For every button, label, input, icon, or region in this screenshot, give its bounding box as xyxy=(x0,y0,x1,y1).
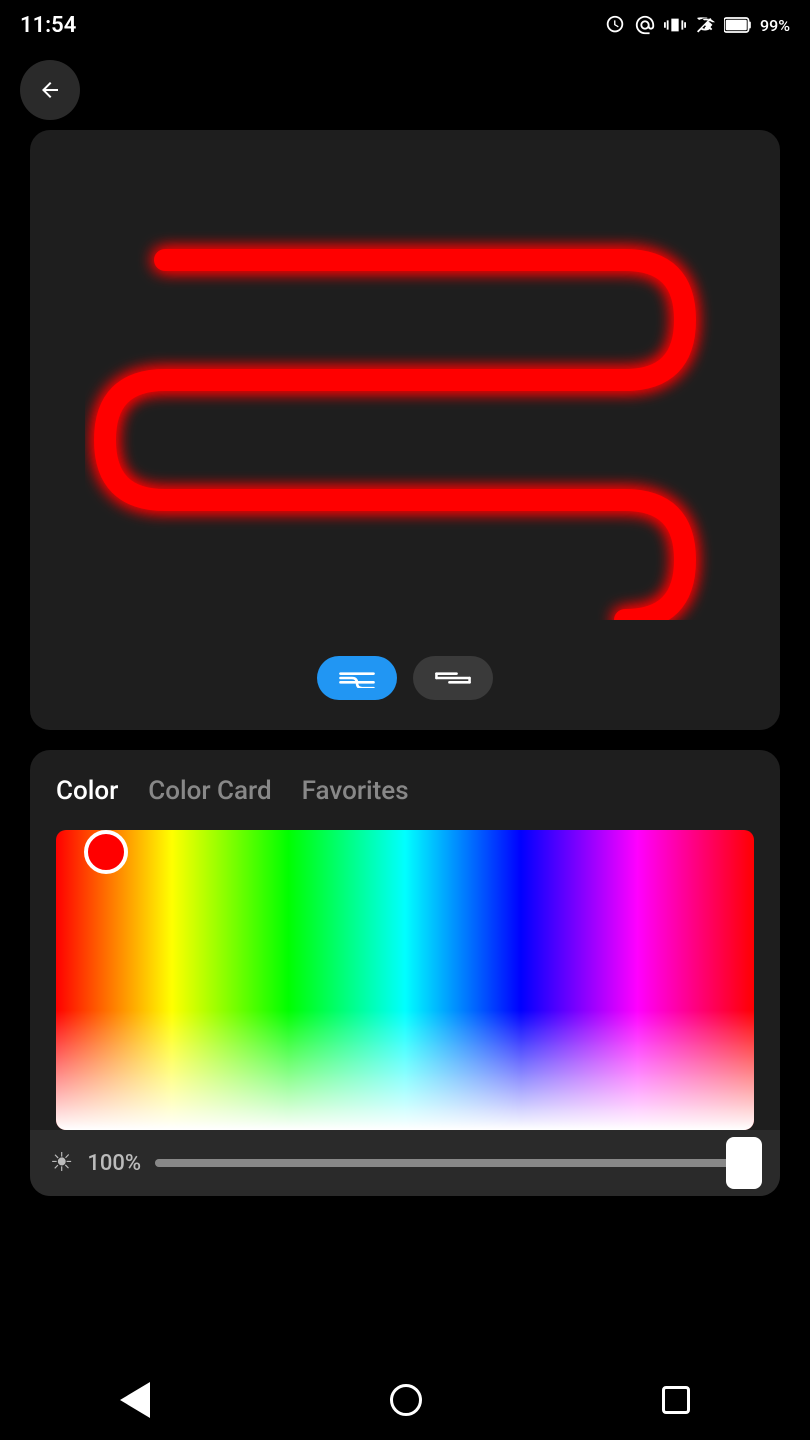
alarm-icon xyxy=(604,14,626,36)
sun-icon: ☀ xyxy=(50,1148,73,1178)
preview-card xyxy=(30,130,780,730)
back-nav-button[interactable] xyxy=(120,1382,150,1418)
status-icons: 99% xyxy=(604,14,790,36)
saturation-gradient xyxy=(56,830,754,1130)
home-nav-button[interactable] xyxy=(390,1384,422,1416)
battery-percentage: 99% xyxy=(760,16,790,35)
status-time: 11:54 xyxy=(20,13,76,38)
tab-colorcard[interactable]: Color Card xyxy=(148,776,271,810)
brightness-fill xyxy=(155,1159,760,1167)
style-button-1[interactable] xyxy=(317,656,397,700)
back-button[interactable] xyxy=(20,60,80,120)
wifi-off-icon xyxy=(694,14,716,36)
recents-nav-button[interactable] xyxy=(662,1386,690,1414)
status-bar: 11:54 99% xyxy=(0,0,810,50)
vibrate-icon xyxy=(664,14,686,36)
color-picker[interactable] xyxy=(56,830,754,1130)
color-picker-thumb[interactable] xyxy=(84,830,128,874)
recents-nav-icon xyxy=(662,1386,690,1414)
tab-favorites[interactable]: Favorites xyxy=(302,776,409,810)
tab-color[interactable]: Color xyxy=(56,776,118,810)
style-buttons-container xyxy=(317,656,493,700)
home-nav-icon xyxy=(390,1384,422,1416)
brightness-thumb[interactable] xyxy=(726,1137,762,1189)
nav-bar xyxy=(0,1360,810,1440)
back-nav-icon xyxy=(120,1382,150,1418)
at-icon xyxy=(634,14,656,36)
back-arrow-icon xyxy=(38,78,62,102)
tabs-container: Color Color Card Favorites xyxy=(56,776,754,810)
neon-svg xyxy=(85,180,725,620)
brightness-label: 100% xyxy=(87,1151,141,1176)
brightness-slider[interactable] xyxy=(155,1159,760,1167)
color-panel: Color Color Card Favorites ☀ 100% xyxy=(30,750,780,1196)
neon-display xyxy=(60,160,750,640)
style-button-2[interactable] xyxy=(413,656,493,700)
brightness-row: ☀ 100% xyxy=(30,1130,780,1196)
style-1-icon xyxy=(339,668,375,688)
battery-icon xyxy=(724,14,752,36)
style-2-icon xyxy=(435,668,471,688)
